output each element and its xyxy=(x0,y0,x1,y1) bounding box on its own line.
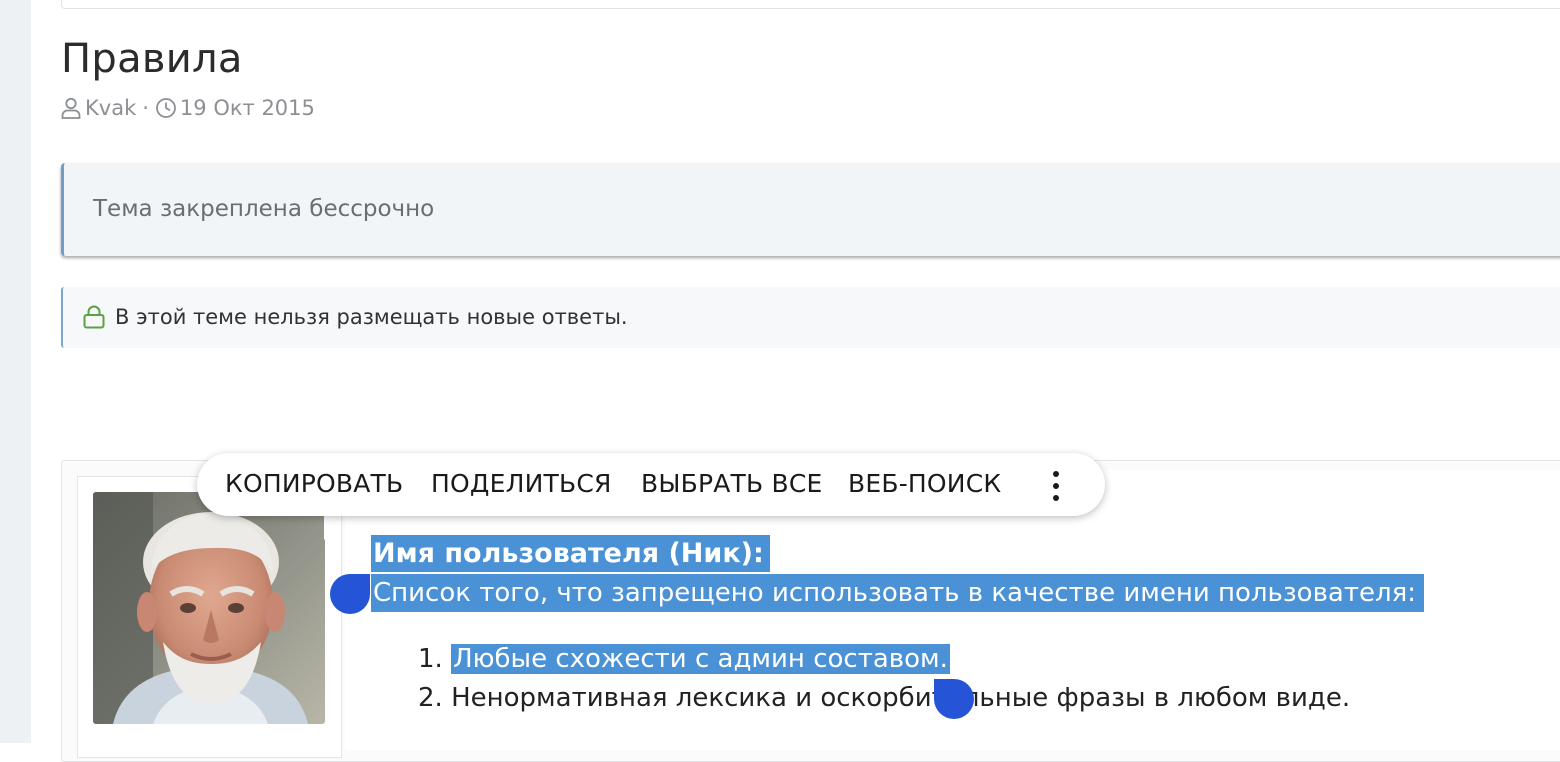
thread-meta: Kvak · 19 Окт 2015 xyxy=(60,95,315,121)
list-item: 2. Ненормативная лексика и оскорбительны… xyxy=(418,678,1350,718)
list-number: 2. xyxy=(418,683,443,713)
locked-notice: В этой теме нельзя размещать новые ответ… xyxy=(61,287,1560,348)
web-search-button[interactable]: ВЕБ-ПОИСК xyxy=(848,469,1001,498)
meta-separator: · xyxy=(142,96,149,120)
lock-icon xyxy=(83,305,107,331)
post-heading: Имя пользователя (Ник): xyxy=(371,535,770,572)
copy-button[interactable]: КОПИРОВАТЬ xyxy=(225,469,403,498)
page-title: Правила xyxy=(61,36,243,82)
more-vertical-icon[interactable] xyxy=(1044,468,1068,502)
sticky-notice-text: Тема закреплена бессрочно xyxy=(93,196,435,222)
list-number: 1. xyxy=(418,644,443,674)
sticky-notice: Тема закреплена бессрочно xyxy=(61,163,1560,256)
left-rail xyxy=(0,0,31,743)
post-intro: Список того, что запрещено использовать … xyxy=(371,574,1424,612)
locked-notice-text: В этой теме нельзя размещать новые ответ… xyxy=(115,305,628,329)
thread-date-link[interactable]: 19 Окт 2015 xyxy=(180,96,315,120)
list-item: 1. Любые схожести с админ составом. xyxy=(418,639,950,679)
list-text: Любые схожести с админ составом. xyxy=(451,644,950,674)
post-arrow xyxy=(324,512,338,540)
clock-icon xyxy=(155,95,177,121)
select-all-button[interactable]: ВЫБРАТЬ ВСЕ xyxy=(641,469,823,498)
selection-end-handle[interactable] xyxy=(934,679,974,719)
text-selection-menu: КОПИРОВАТЬ ПОДЕЛИТЬСЯ ВЫБРАТЬ ВСЕ ВЕБ-ПО… xyxy=(197,453,1105,516)
list-text: Ненормативная лексика и оскорбительные ф… xyxy=(451,683,1351,713)
selection-start-handle[interactable] xyxy=(330,574,370,614)
previous-block xyxy=(61,0,1560,9)
user-icon xyxy=(60,95,82,121)
avatar[interactable] xyxy=(93,492,325,724)
share-button[interactable]: ПОДЕЛИТЬСЯ xyxy=(431,469,612,498)
thread-author-link[interactable]: Kvak xyxy=(85,96,136,120)
